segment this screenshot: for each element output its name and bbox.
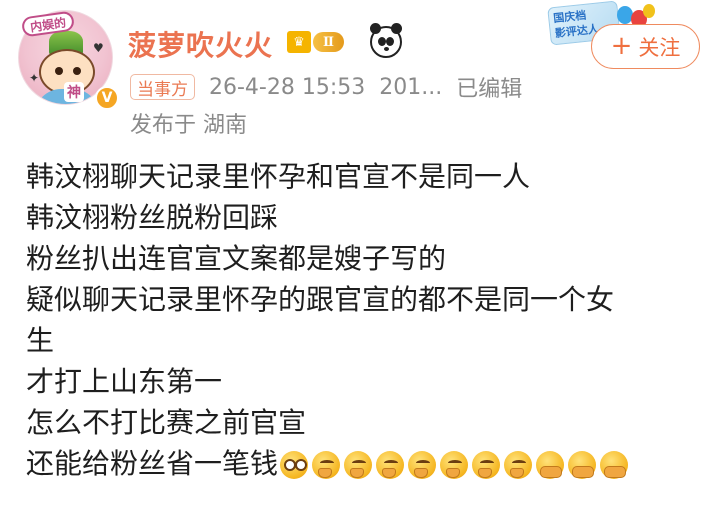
thinking-emoji-icon xyxy=(312,451,341,479)
source-tag[interactable]: 当事方 xyxy=(130,74,195,100)
content-last-line: 还能给粉丝省一笔钱 xyxy=(26,443,706,484)
post-content: 韩汶栩聊天记录里怀孕和官宣不是同一人 韩汶栩粉丝脱粉回踩 粉丝扒出连官宣文案都是… xyxy=(26,156,706,484)
thinking-emoji-icon xyxy=(440,451,469,479)
emoji-row xyxy=(280,451,629,479)
content-line: 粉丝扒出连官宣文案都是嫂子写的 xyxy=(26,242,447,275)
thinking-emoji-icon xyxy=(408,451,437,479)
post-timestamp: 26-4-28 15:53 xyxy=(209,74,366,100)
content-line: 还能给粉丝省一笔钱 xyxy=(26,447,279,480)
content-line: 疑似聊天记录里怀孕的跟官宣的都不是同一个女 xyxy=(26,283,615,316)
username-link[interactable]: 菠萝吹火火 xyxy=(128,24,273,64)
member-level-badge[interactable]: ♛ Ⅱ xyxy=(287,29,359,55)
heart-icon: ♥ xyxy=(93,41,104,55)
avatar[interactable]: ✦ ♥ 内娱的 神 V xyxy=(18,10,119,110)
hands-emoji-icon xyxy=(568,451,597,479)
hands-emoji-icon xyxy=(600,451,629,479)
avatar-caption: 神 xyxy=(64,82,84,102)
thinking-emoji-icon xyxy=(472,451,501,479)
panda-icon[interactable] xyxy=(370,23,402,58)
hands-emoji-icon xyxy=(536,451,565,479)
level-label: Ⅱ xyxy=(313,32,344,52)
content-line: 韩汶栩粉丝脱粉回踩 xyxy=(26,201,279,234)
thinking-emoji-icon xyxy=(376,451,405,479)
plus-icon: + xyxy=(610,30,633,61)
post-location: 发布于 湖南 xyxy=(130,113,247,138)
content-line: 生 xyxy=(26,324,55,357)
follow-label: 关注 xyxy=(638,35,681,60)
content-line: 才打上山东第一 xyxy=(26,365,223,398)
post-meta: 当事方 26-4-28 15:53 201... 已编辑 xyxy=(130,71,522,103)
content-line: 韩汶栩聊天记录里怀孕和官宣不是同一人 xyxy=(26,160,531,193)
follow-button[interactable]: + 关注 xyxy=(591,24,700,69)
eyes-emoji-icon xyxy=(280,451,309,479)
edited-label[interactable]: 已编辑 xyxy=(456,71,522,103)
crown-icon: ♛ xyxy=(287,31,311,53)
post-device-info: 201... xyxy=(379,74,443,100)
thinking-emoji-icon xyxy=(504,451,533,479)
balloon-icon xyxy=(643,4,655,18)
post-header: ✦ ♥ 内娱的 神 V 菠萝吹火火 ♛ Ⅱ 国庆档 影评达人 + 关注 当事方 … xyxy=(0,0,720,140)
star-icon: ✦ xyxy=(29,71,40,85)
content-line: 怎么不打比赛之前官宣 xyxy=(26,406,307,439)
thinking-emoji-icon xyxy=(344,451,373,479)
verified-badge-icon: V xyxy=(95,86,119,110)
